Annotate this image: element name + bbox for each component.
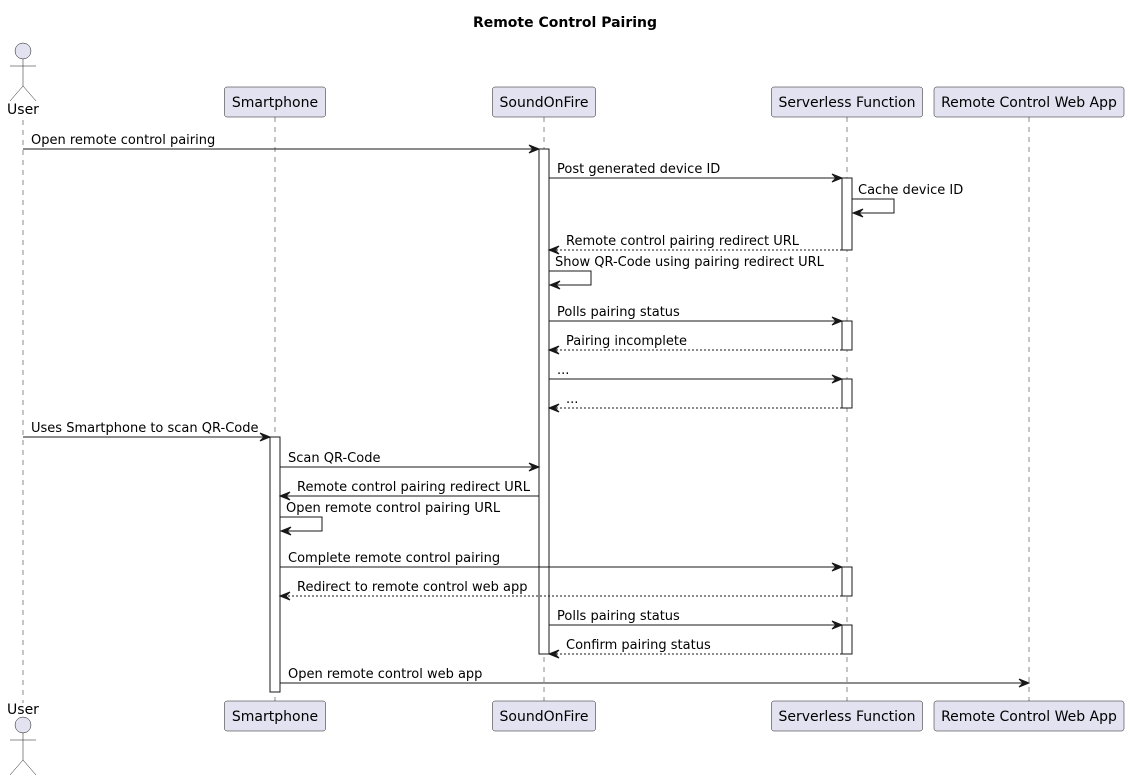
message-label: Open remote control web app <box>288 667 482 682</box>
diagram-title: Remote Control Pairing <box>473 15 657 31</box>
message-label: Redirect to remote control web app <box>297 580 528 595</box>
message-9: Uses Smartphone to scan QR-Code <box>23 421 272 442</box>
message-12: Open remote control pairing URL <box>279 501 501 536</box>
actor-icon <box>9 716 37 776</box>
participant-user-top[interactable]: User <box>7 42 39 118</box>
participant-label: SoundOnFire <box>500 95 589 111</box>
activation-bar-serverless <box>841 320 853 351</box>
participant-label: Smartphone <box>232 709 318 725</box>
participant-label: Remote Control Web App <box>941 709 1117 725</box>
participant-label: SoundOnFire <box>500 709 589 725</box>
message-2: Cache device ID <box>851 183 963 218</box>
participant-webapp-top[interactable]: Remote Control Web App <box>933 86 1125 118</box>
message-14: Redirect to remote control web app <box>278 580 842 601</box>
participant-soundonfire-top[interactable]: SoundOnFire <box>492 86 596 118</box>
activation-bar-soundonfire <box>538 148 550 655</box>
message-1: Post generated device ID <box>549 162 844 183</box>
participant-label: Smartphone <box>232 95 318 111</box>
message-label: Open remote control pairing URL <box>286 501 501 516</box>
activation-bar-serverless <box>841 378 853 409</box>
participant-smartphone-top[interactable]: Smartphone <box>224 86 326 118</box>
message-label: Scan QR-Code <box>288 451 380 466</box>
message-5: Polls pairing status <box>549 305 844 326</box>
activation-bar-serverless <box>841 624 853 655</box>
message-label: Confirm pairing status <box>566 638 711 653</box>
participant-user-bottom[interactable]: User <box>7 702 39 776</box>
message-label: Polls pairing status <box>557 609 680 624</box>
participant-soundonfire-bottom[interactable]: SoundOnFire <box>492 700 596 732</box>
activation-bar-serverless <box>841 566 853 597</box>
message-10: Scan QR-Code <box>280 451 541 472</box>
activation-bar-serverless <box>841 177 853 251</box>
participant-webapp-bottom[interactable]: Remote Control Web App <box>933 700 1125 732</box>
message-label: Open remote control pairing <box>31 133 215 148</box>
participant-label: Serverless Function <box>779 709 916 725</box>
message-label: Cache device ID <box>858 183 963 198</box>
message-label: Remote control pairing redirect URL <box>566 234 800 249</box>
message-17: Open remote control web app <box>280 667 1031 688</box>
message-3: Remote control pairing redirect URL <box>547 234 842 255</box>
message-label: Polls pairing status <box>557 305 680 320</box>
message-0: Open remote control pairing <box>23 133 541 154</box>
message-label: ... <box>557 363 569 378</box>
participant-serverless-top[interactable]: Serverless Function <box>771 86 923 118</box>
participant-smartphone-bottom[interactable]: Smartphone <box>224 700 326 732</box>
message-label: Remote control pairing redirect URL <box>297 480 531 495</box>
message-15: Polls pairing status <box>549 609 844 630</box>
message-7: ... <box>549 363 844 384</box>
message-16: Confirm pairing status <box>547 638 842 659</box>
activation-bar-smartphone <box>269 436 281 693</box>
message-label: Complete remote control pairing <box>288 551 500 566</box>
actor-icon <box>9 42 37 102</box>
participant-serverless-bottom[interactable]: Serverless Function <box>771 700 923 732</box>
participant-label: User <box>7 702 39 718</box>
message-label: ... <box>566 392 578 407</box>
participant-label: Remote Control Web App <box>941 95 1117 111</box>
message-4: Show QR-Code using pairing redirect URL <box>548 255 825 290</box>
message-11: Remote control pairing redirect URL <box>278 480 539 501</box>
sequence-diagram: Remote Control Pairing Open remote contr… <box>7 15 1125 776</box>
message-label: Pairing incomplete <box>566 334 687 349</box>
participant-label: User <box>7 102 39 118</box>
message-6: Pairing incomplete <box>547 334 842 355</box>
message-label: Post generated device ID <box>557 162 720 177</box>
message-label: Uses Smartphone to scan QR-Code <box>31 421 258 436</box>
message-13: Complete remote control pairing <box>280 551 844 572</box>
message-label: Show QR-Code using pairing redirect URL <box>555 255 825 270</box>
message-8: ... <box>547 392 842 413</box>
participant-label: Serverless Function <box>779 95 916 111</box>
